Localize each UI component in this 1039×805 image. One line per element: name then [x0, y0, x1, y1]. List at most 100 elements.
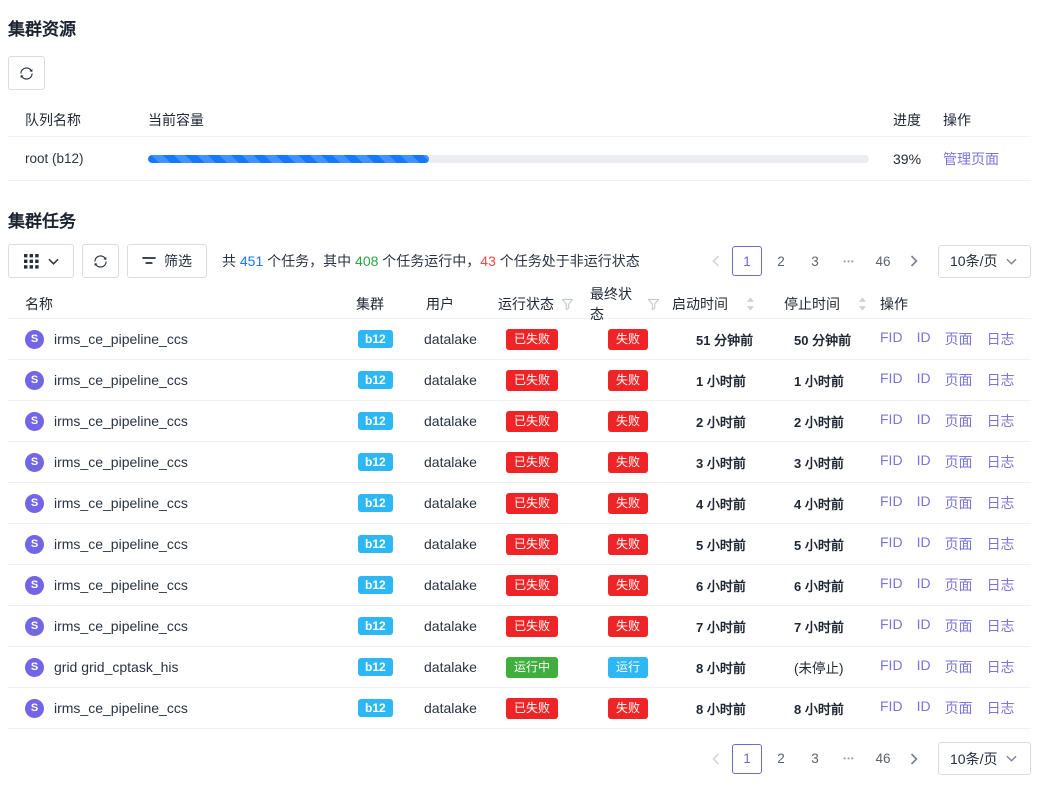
cluster-badge: b12 [358, 576, 393, 594]
action-link-log[interactable]: 日志 [987, 493, 1015, 513]
filter-funnel-icon[interactable] [647, 298, 660, 311]
next-page-icon[interactable] [900, 744, 928, 774]
prev-page-icon[interactable] [702, 246, 730, 276]
task-name: irms_ce_pipeline_ccs [54, 536, 188, 552]
action-link-log[interactable]: 日志 [987, 329, 1015, 349]
run-status-badge: 已失败 [506, 452, 558, 473]
action-link-page[interactable]: 页面 [945, 616, 973, 636]
stop-time: 5 小时前 [772, 535, 868, 554]
page-size-select[interactable]: 10条/页 [938, 245, 1031, 278]
user-name: datalake [418, 536, 486, 552]
action-link-id[interactable]: ID [917, 698, 931, 718]
page-number-1[interactable]: 1 [732, 246, 762, 276]
refresh-tasks-button[interactable] [82, 244, 119, 278]
action-link-page[interactable]: 页面 [945, 411, 973, 431]
table-row: S irms_ce_pipeline_ccs b12 datalake 已失败 … [8, 360, 1031, 401]
action-link-fid[interactable]: FID [880, 452, 903, 472]
action-link-id[interactable]: ID [917, 493, 931, 513]
next-page-icon[interactable] [900, 246, 928, 276]
user-name: datalake [418, 495, 486, 511]
sort-carets-icon[interactable] [746, 297, 755, 311]
col-actions: 操作 [943, 110, 1031, 130]
action-link-id[interactable]: ID [917, 575, 931, 595]
cluster-badge: b12 [358, 658, 393, 676]
action-link-fid[interactable]: FID [880, 534, 903, 554]
action-link-log[interactable]: 日志 [987, 698, 1015, 718]
action-link-id[interactable]: ID [917, 329, 931, 349]
manage-page-link[interactable]: 管理页面 [943, 151, 999, 167]
col-stop-time[interactable]: 停止时间 [772, 294, 868, 314]
page-number-2[interactable]: 2 [766, 246, 796, 276]
page-size-select[interactable]: 10条/页 [938, 742, 1031, 775]
stop-time: 6 小时前 [772, 576, 868, 595]
action-link-fid[interactable]: FID [880, 493, 903, 513]
task-type-avatar: S [25, 453, 44, 472]
page-number-1[interactable]: 1 [732, 744, 762, 774]
final-status-badge: 失败 [608, 370, 648, 391]
task-type-avatar: S [25, 535, 44, 554]
action-link-log[interactable]: 日志 [987, 657, 1015, 677]
refresh-resources-button[interactable] [8, 56, 45, 90]
page-number-3[interactable]: 3 [800, 246, 830, 276]
action-link-fid[interactable]: FID [880, 698, 903, 718]
sort-carets-icon[interactable] [858, 297, 867, 311]
action-link-page[interactable]: 页面 [945, 575, 973, 595]
action-link-id[interactable]: ID [917, 657, 931, 677]
page-number-3[interactable]: 3 [800, 744, 830, 774]
run-status-badge: 运行中 [506, 657, 558, 678]
action-link-log[interactable]: 日志 [987, 575, 1015, 595]
filter-funnel-icon[interactable] [561, 298, 574, 311]
filter-button[interactable]: 筛选 [127, 244, 207, 278]
action-link-page[interactable]: 页面 [945, 534, 973, 554]
page-number-46[interactable]: 46 [868, 246, 898, 276]
task-type-avatar: S [25, 617, 44, 636]
run-status-badge: 已失败 [506, 575, 558, 596]
action-link-fid[interactable]: FID [880, 616, 903, 636]
run-status-badge: 已失败 [506, 698, 558, 719]
start-time: 7 小时前 [660, 617, 772, 636]
page-number-2[interactable]: 2 [766, 744, 796, 774]
action-link-log[interactable]: 日志 [987, 616, 1015, 636]
page-number-46[interactable]: 46 [868, 744, 898, 774]
col-progress: 进度 [875, 110, 943, 130]
capacity-progress-fill [148, 155, 429, 163]
action-link-fid[interactable]: FID [880, 575, 903, 595]
task-name: irms_ce_pipeline_ccs [54, 700, 188, 716]
table-row: S irms_ce_pipeline_ccs b12 datalake 已失败 … [8, 524, 1031, 565]
run-status-badge: 已失败 [506, 493, 558, 514]
action-link-page[interactable]: 页面 [945, 452, 973, 472]
table-row: S grid grid_cptask_his b12 datalake 运行中 … [8, 647, 1031, 688]
action-link-log[interactable]: 日志 [987, 411, 1015, 431]
prev-page-icon[interactable] [702, 744, 730, 774]
col-final-status[interactable]: 最终状态 [578, 284, 660, 324]
action-link-page[interactable]: 页面 [945, 329, 973, 349]
task-name: grid grid_cptask_his [54, 659, 179, 675]
summary-text: 共 [222, 253, 240, 269]
action-link-id[interactable]: ID [917, 370, 931, 390]
action-link-id[interactable]: ID [917, 534, 931, 554]
action-link-fid[interactable]: FID [880, 329, 903, 349]
action-link-fid[interactable]: FID [880, 370, 903, 390]
action-link-log[interactable]: 日志 [987, 370, 1015, 390]
action-link-log[interactable]: 日志 [987, 452, 1015, 472]
start-time: 2 小时前 [660, 412, 772, 431]
resource-row: root (b12) 39% 管理页面 [8, 137, 1031, 181]
action-link-page[interactable]: 页面 [945, 370, 973, 390]
col-start-time[interactable]: 启动时间 [660, 294, 772, 314]
action-link-id[interactable]: ID [917, 411, 931, 431]
bottom-pagination: 123•••46 10条/页 [702, 742, 1031, 775]
action-link-log[interactable]: 日志 [987, 534, 1015, 554]
column-settings-button[interactable] [8, 244, 74, 278]
action-link-page[interactable]: 页面 [945, 698, 973, 718]
action-link-fid[interactable]: FID [880, 411, 903, 431]
action-link-page[interactable]: 页面 [945, 493, 973, 513]
action-link-fid[interactable]: FID [880, 657, 903, 677]
user-name: datalake [418, 331, 486, 347]
col-run-status[interactable]: 运行状态 [486, 294, 578, 314]
action-link-page[interactable]: 页面 [945, 657, 973, 677]
action-link-id[interactable]: ID [917, 452, 931, 472]
summary-count-green: 408 [355, 253, 378, 269]
run-status-badge: 已失败 [506, 411, 558, 432]
task-type-avatar: S [25, 371, 44, 390]
action-link-id[interactable]: ID [917, 616, 931, 636]
